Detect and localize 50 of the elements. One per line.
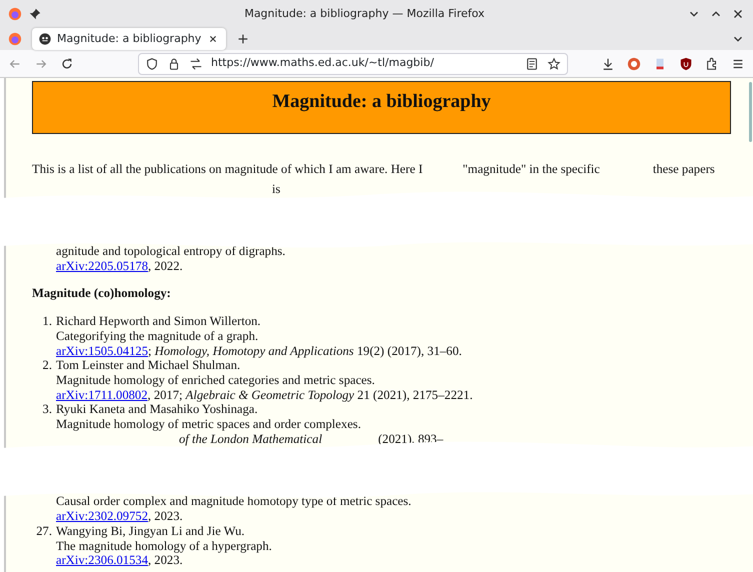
list-number: 2. (42, 358, 53, 374)
arxiv-link[interactable]: arXiv:2306.01534 (56, 553, 148, 568)
paragraph-text: This is a list of all the publications on magnitude of which I am aware. Here I (32, 162, 423, 177)
entry-title: Magnitude homology of enriched categories and metric spaces. (56, 372, 376, 388)
entry-reference: arXiv:2302.09752, 2023. (56, 509, 184, 524)
address-bar[interactable]: https://www.maths.ed.ac.uk/~tl/magbib/ (138, 52, 568, 74)
lock-icon[interactable] (167, 56, 181, 70)
list-number: 1. (42, 314, 53, 330)
reference-fragment: of the London Mathematical (179, 432, 322, 446)
reader-view-icon[interactable] (525, 56, 539, 70)
page-heading: Magnitude: a bibliography (272, 91, 491, 114)
arxiv-link[interactable]: arXiv:2205.05178 (56, 258, 148, 273)
reload-icon[interactable] (60, 56, 74, 70)
window-title: Magnitude: a bibliography — Mozilla Firefox (243, 6, 486, 22)
entry-title: The magnitude homology of a hypergraph. (56, 538, 272, 554)
entry-reference: arXiv:1711.00802, 2017; Algebraic & Geometric Topology 21 (2021), 2175–2221. (56, 388, 473, 402)
extensions-icon[interactable] (705, 56, 719, 70)
download-icon[interactable] (601, 56, 615, 70)
entry-authors: Ryuki Kaneta and Masahiko Yoshinaga. (56, 402, 259, 418)
permissions-icon[interactable] (189, 56, 203, 70)
list-number: 27. (35, 524, 53, 540)
pin-icon[interactable] (28, 7, 42, 21)
duck-extension-icon[interactable] (627, 56, 641, 70)
shield-icon[interactable] (145, 56, 159, 70)
entry-reference: arXiv:2205.05178, 2022. (56, 258, 184, 274)
arxiv-link[interactable]: arXiv:1711.00802 (56, 388, 148, 402)
bookmark-star-icon[interactable] (547, 56, 561, 70)
entry-title: Magnitude homology of metric spaces and order complexes. (56, 417, 362, 432)
browser-logo-icon[interactable] (8, 32, 22, 46)
list-number: 3. (42, 402, 53, 418)
entry-title: Categorifying the magnitude of a graph. (56, 328, 260, 344)
arxiv-link[interactable]: arXiv:1505.04125 (56, 344, 148, 358)
section-heading: Magnitude (co)homology: (32, 286, 172, 302)
browser-logo-icon (8, 7, 22, 21)
site-icon (38, 32, 52, 46)
paragraph-text: is (272, 182, 280, 197)
scrollbar-thumb[interactable] (749, 82, 752, 142)
url-text: https://www.maths.ed.ac.uk/~tl/magbib/ (211, 55, 435, 72)
browser-tab[interactable]: Magnitude: a bibliography (32, 28, 226, 50)
paragraph-text: these papers (652, 162, 715, 177)
entry-authors: Richard Hepworth and Simon Willerton. (56, 314, 262, 329)
paragraph-text: "magnitude" in the specific (462, 162, 600, 177)
entry-authors: Wangying Bi, Jingyan Li and Jie Wu. (56, 524, 246, 539)
entry-reference: arXiv:2306.01534, 2023. (56, 553, 184, 568)
entry-title: agnitude and topological entropy of digraphs. (56, 244, 286, 259)
shield-extension-icon[interactable] (679, 56, 693, 70)
new-tab-icon[interactable] (236, 32, 250, 46)
arxiv-link[interactable]: arXiv:2302.09752 (56, 509, 148, 524)
entry-reference: arXiv:1505.04125; Homology, Homotopy and Applications 19(2) (2017), 31–60. (56, 344, 462, 358)
entry-authors: Tom Leinster and Michael Shulman. (56, 358, 242, 373)
